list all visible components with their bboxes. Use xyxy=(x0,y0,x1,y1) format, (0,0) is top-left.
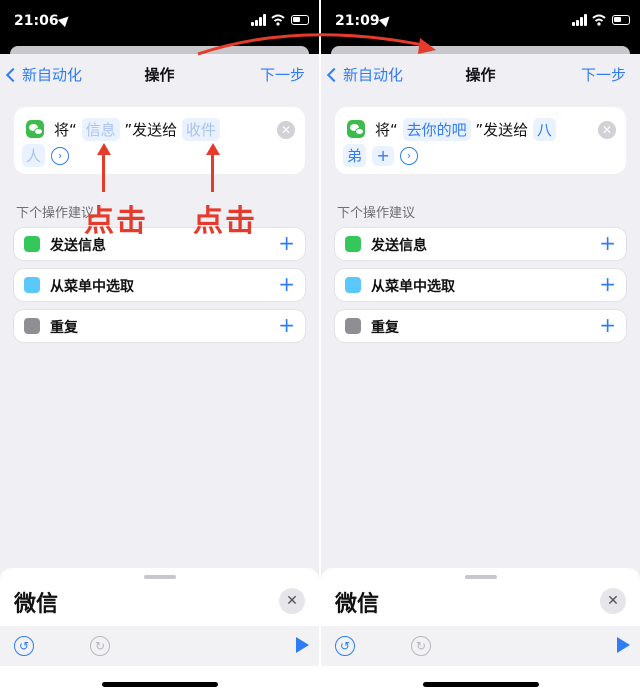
nav-bar: 新自动化 操作 下一步 xyxy=(0,54,319,96)
recipient-field[interactable]: 八 xyxy=(532,118,556,141)
menu-icon xyxy=(24,277,40,293)
location-icon xyxy=(378,12,394,28)
expand-arrow-icon[interactable]: › xyxy=(400,146,419,165)
action-middle: ”发送给 xyxy=(124,121,178,139)
wechat-icon xyxy=(26,120,44,138)
battery-icon xyxy=(612,15,630,25)
add-icon[interactable]: + xyxy=(278,272,295,296)
suggestion-label: 发送信息 xyxy=(371,238,427,254)
action-text: 将“ 去你的吧 ”发送给 八 xyxy=(375,118,556,141)
editor-toolbar: ↺ ↻ xyxy=(321,626,640,666)
clear-icon[interactable]: ✕ xyxy=(598,121,616,139)
clear-icon[interactable]: ✕ xyxy=(277,121,295,139)
add-icon[interactable]: + xyxy=(599,272,616,296)
action-prefix: 将“ xyxy=(375,121,398,139)
play-icon[interactable] xyxy=(296,637,309,653)
sheet-title: 微信 xyxy=(14,592,59,617)
nav-bar: 新自动化 操作 下一步 xyxy=(321,54,640,96)
editor-toolbar: ↺ ↻ xyxy=(0,626,319,666)
sheet-grabber[interactable] xyxy=(464,575,497,579)
status-time: 21:06 xyxy=(14,13,59,29)
suggestion-label: 重复 xyxy=(50,320,78,336)
app-sheet: 微信 ✕ ↺ ↻ xyxy=(0,568,319,693)
repeat-icon xyxy=(24,318,40,334)
add-icon[interactable]: + xyxy=(599,231,616,255)
recipient-field-cont[interactable]: 弟 xyxy=(343,144,367,167)
annotation-arrow xyxy=(211,154,214,192)
left-screenshot: 21:06 新自动化 操作 下一步 将“ 信息 ”发送给 收件 人 › ✕ 下个… xyxy=(0,0,319,693)
expand-arrow-icon[interactable]: › xyxy=(51,146,70,165)
suggestion-send-message[interactable]: 发送信息 + xyxy=(335,228,626,260)
menu-icon xyxy=(345,277,361,293)
redo-icon: ↻ xyxy=(411,636,431,656)
annotation-click-1: 点击 xyxy=(84,204,148,239)
signal-icon xyxy=(572,14,588,26)
action-text-line2: 人 › xyxy=(22,144,70,167)
status-bar: 21:06 xyxy=(0,0,319,46)
add-recipient-icon[interactable]: + xyxy=(372,145,395,166)
sheet-grabber[interactable] xyxy=(143,575,176,579)
message-icon xyxy=(24,236,40,252)
add-icon[interactable]: + xyxy=(278,313,295,337)
redo-icon: ↻ xyxy=(90,636,110,656)
next-button[interactable]: 下一步 xyxy=(260,64,305,85)
message-icon xyxy=(345,236,361,252)
home-indicator xyxy=(101,682,218,687)
play-icon[interactable] xyxy=(617,637,630,653)
message-field[interactable]: 去你的吧 xyxy=(402,118,471,141)
action-text-line2: 弟 + › xyxy=(343,144,419,167)
repeat-icon xyxy=(345,318,361,334)
home-indicator xyxy=(422,682,539,687)
suggestion-repeat[interactable]: 重复 + xyxy=(335,310,626,342)
wechat-icon xyxy=(347,120,365,138)
recipient-field-cont[interactable]: 人 xyxy=(22,144,46,167)
right-screenshot: 21:09 新自动化 操作 下一步 将“ 去你的吧 ”发送给 八 弟 + › ✕… xyxy=(321,0,640,693)
suggestion-label: 重复 xyxy=(371,320,399,336)
sheet-edge xyxy=(321,46,640,54)
suggestion-repeat[interactable]: 重复 + xyxy=(14,310,305,342)
add-icon[interactable]: + xyxy=(599,313,616,337)
section-label: 下个操作建议 xyxy=(16,206,95,221)
suggestion-choose-menu[interactable]: 从菜单中选取 + xyxy=(14,269,305,301)
status-time: 21:09 xyxy=(335,13,380,29)
suggestion-label: 从菜单中选取 xyxy=(50,279,134,295)
signal-icon xyxy=(251,14,267,26)
action-middle: ”发送给 xyxy=(475,121,529,139)
next-button[interactable]: 下一步 xyxy=(581,64,626,85)
undo-icon[interactable]: ↺ xyxy=(335,636,355,656)
action-text: 将“ 信息 ”发送给 收件 xyxy=(54,118,220,141)
action-card: 将“ 去你的吧 ”发送给 八 弟 + › ✕ xyxy=(335,107,626,174)
suggestion-choose-menu[interactable]: 从菜单中选取 + xyxy=(335,269,626,301)
action-prefix: 将“ xyxy=(54,121,77,139)
wifi-icon xyxy=(271,14,285,26)
section-label: 下个操作建议 xyxy=(337,206,416,221)
add-icon[interactable]: + xyxy=(278,231,295,255)
message-field[interactable]: 信息 xyxy=(81,118,120,141)
app-sheet: 微信 ✕ ↺ ↻ xyxy=(321,568,640,693)
sheet-title: 微信 xyxy=(335,592,380,617)
battery-icon xyxy=(291,15,309,25)
close-icon[interactable]: ✕ xyxy=(600,588,626,614)
undo-icon[interactable]: ↺ xyxy=(14,636,34,656)
status-bar: 21:09 xyxy=(321,0,640,46)
annotation-arrow xyxy=(102,154,105,192)
action-card: 将“ 信息 ”发送给 收件 人 › ✕ xyxy=(14,107,305,174)
recipient-field[interactable]: 收件 xyxy=(181,118,220,141)
suggestion-label: 从菜单中选取 xyxy=(371,279,455,295)
sheet-edge xyxy=(0,46,319,54)
suggestion-send-message[interactable]: 发送信息 + xyxy=(14,228,305,260)
annotation-click-2: 点击 xyxy=(193,204,257,239)
close-icon[interactable]: ✕ xyxy=(279,588,305,614)
location-icon xyxy=(57,12,73,28)
wifi-icon xyxy=(592,14,606,26)
